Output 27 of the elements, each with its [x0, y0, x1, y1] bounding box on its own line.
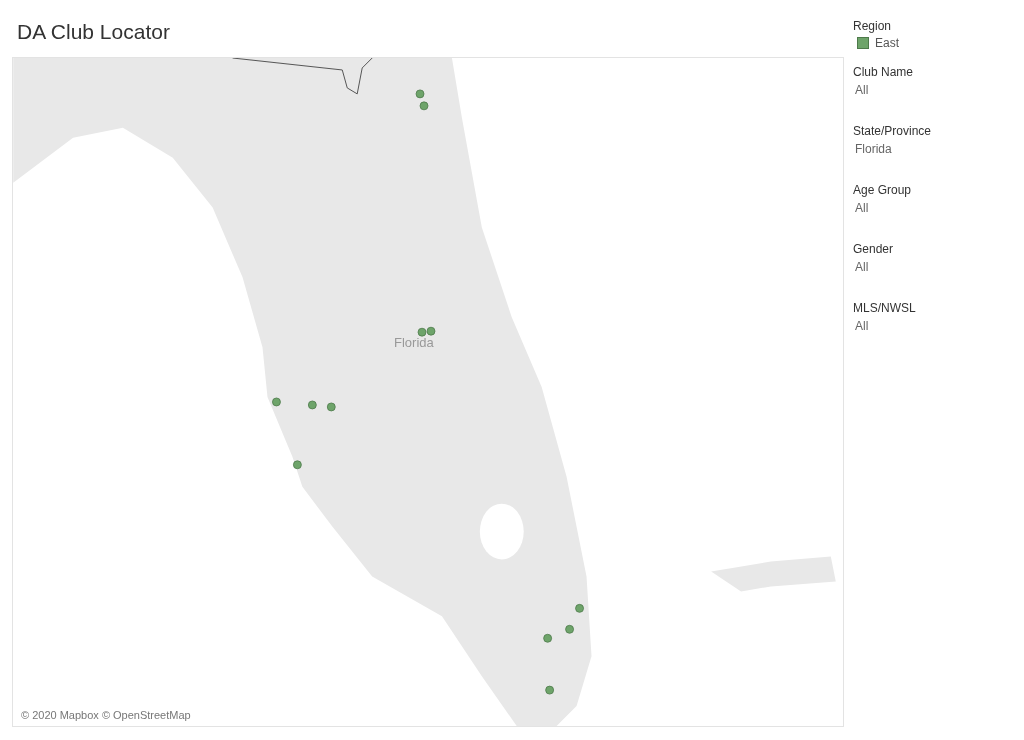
map-marker[interactable]	[575, 603, 584, 613]
map-attribution: © 2020 Mapbox © OpenStreetMap	[21, 707, 191, 723]
filter-label: Age Group	[853, 182, 913, 199]
map-marker[interactable]	[307, 400, 317, 410]
filter-value[interactable]: All	[853, 81, 1014, 99]
legend-title: Region	[853, 18, 893, 34]
filter-label: MLS/NWSL	[853, 300, 917, 317]
map-marker[interactable]	[272, 397, 281, 407]
filter-label: Club Name	[853, 64, 915, 81]
filter-value[interactable]: All	[853, 199, 1014, 217]
filter-value[interactable]: All	[853, 258, 1014, 276]
map-label: Florida	[394, 334, 434, 352]
map-marker[interactable]	[326, 402, 336, 412]
map-marker[interactable]	[426, 326, 436, 336]
dashboard-title: DA Club Locator	[16, 19, 171, 45]
map-marker[interactable]	[415, 89, 425, 99]
legend-label[interactable]: East	[875, 34, 899, 52]
map-marker[interactable]	[543, 633, 553, 643]
map-marker[interactable]	[419, 101, 429, 111]
filter-label: State/Province	[853, 123, 933, 140]
filter-value[interactable]: All	[853, 317, 1014, 335]
map-marker[interactable]	[293, 460, 302, 470]
map-marker[interactable]	[417, 327, 427, 337]
filter-label: Gender	[853, 241, 895, 258]
filter-value[interactable]: Florida	[853, 140, 1014, 158]
map-marker[interactable]	[565, 624, 574, 634]
map-marker[interactable]	[545, 685, 554, 695]
